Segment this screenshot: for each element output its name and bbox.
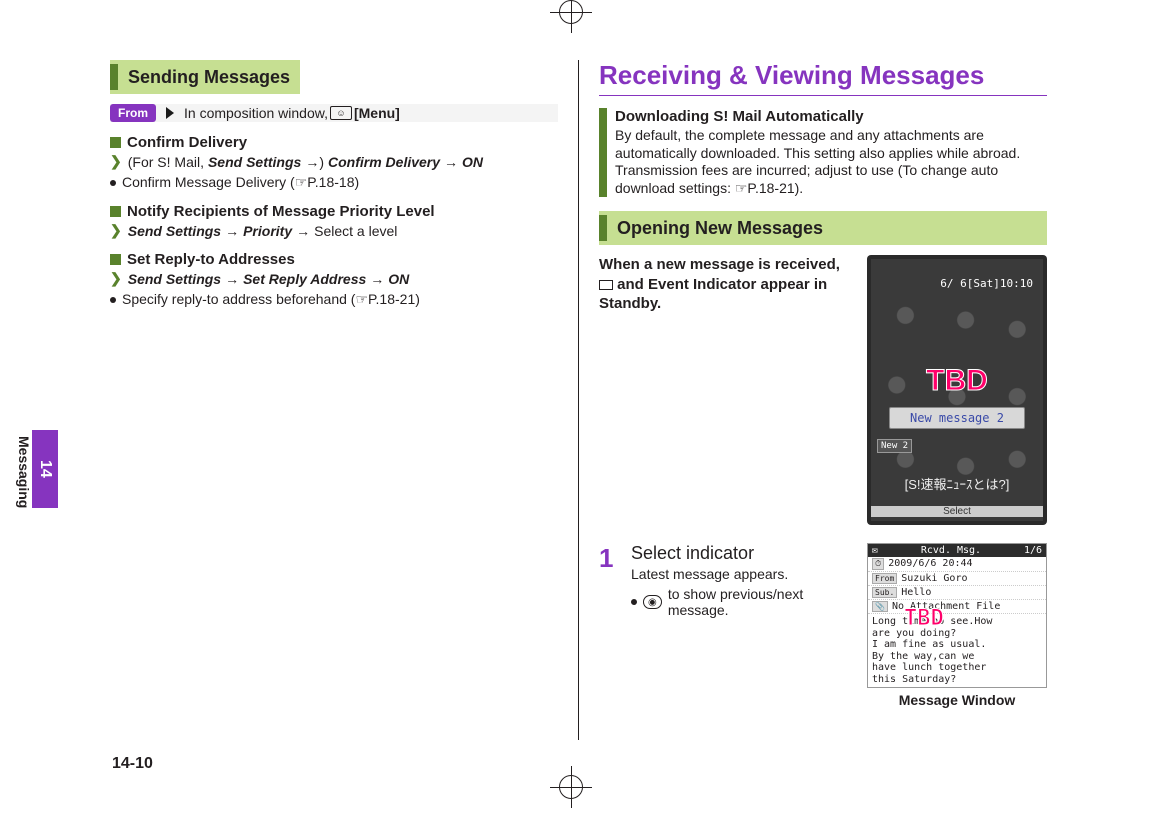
sub-badge: Sub.	[872, 587, 897, 598]
manual-page: 14 Messaging Sending Messages From In co…	[90, 60, 1067, 775]
side-tab: 14 Messaging	[16, 430, 58, 508]
s-sokuho-ticker: [S!速報ﾆｭｰｽとは?]	[871, 474, 1043, 493]
tbd-watermark: TBD	[871, 364, 1043, 398]
side-tab-number: 14	[32, 430, 58, 508]
subhead-confirm-delivery: Confirm Delivery	[110, 134, 558, 151]
mail-icon: ✉	[872, 545, 878, 556]
chevron-right-icon: ❯	[110, 270, 122, 287]
subhead-notify-priority: Notify Recipients of Message Priority Le…	[110, 203, 558, 220]
message-window-mock: ✉ Rcvd. Msg. 1/6 ⏱ 2009/6/6 20:44 From S…	[867, 543, 1047, 688]
section-bar-label: Opening New Messages	[617, 218, 823, 239]
msg-attach-row: 📎 No Attachment File	[868, 600, 1046, 614]
crop-mark-top	[559, 0, 599, 40]
when-received-row: When a new message is received, and Even…	[599, 255, 1047, 525]
msg-date-row: ⏱ 2009/6/6 20:44	[868, 557, 1046, 572]
path-confirm-delivery: ❯ (For S! Mail, Send Settings →) Confirm…	[110, 153, 558, 170]
section-sending-messages: Sending Messages	[110, 60, 300, 94]
msg-subject-row: Sub. Hello	[868, 586, 1046, 600]
step-sub: Latest message appears.	[631, 566, 855, 582]
bullet-icon	[110, 180, 116, 186]
info-body: By default, the complete message and any…	[615, 127, 1047, 197]
triangle-right-icon	[166, 107, 174, 119]
path-notify-priority: ❯ Send Settings → Priority → Select a le…	[110, 222, 558, 239]
info-bar-mark	[599, 108, 607, 197]
phone-date: 6/ 6[Sat]10:10	[940, 277, 1033, 290]
section-opening-new: Opening New Messages	[599, 211, 1047, 245]
right-column: Receiving & Viewing Messages Downloading…	[579, 60, 1067, 740]
mail-key-icon: ☺	[330, 106, 352, 120]
new-count-badge: New 2	[877, 439, 912, 453]
bullet-icon	[631, 599, 637, 605]
subhead-set-replyto: Set Reply-to Addresses	[110, 251, 558, 268]
new-message-popup: New message 2	[889, 407, 1025, 429]
from-line: From In composition window, ☺ [Menu]	[110, 104, 558, 122]
right-title: Receiving & Viewing Messages	[599, 60, 1047, 96]
step-number: 1	[599, 543, 619, 708]
clock-icon: ⏱	[872, 558, 884, 570]
chevron-right-icon: ❯	[110, 153, 122, 170]
section-bar-mark	[599, 215, 607, 241]
info-head: Downloading S! Mail Automatically	[615, 108, 1047, 125]
path-set-replyto: ❯ Send Settings → Set Reply Address → ON	[110, 270, 558, 287]
clip-icon: 📎	[872, 601, 888, 612]
chevron-right-icon: ❯	[110, 222, 122, 239]
from-badge: From	[872, 573, 897, 584]
square-bullet-icon	[110, 206, 121, 217]
tbd-watermark: TBD	[904, 606, 944, 631]
from-badge: From	[110, 104, 156, 122]
square-bullet-icon	[110, 137, 121, 148]
msg-caption: Message Window	[867, 692, 1047, 708]
msg-from-row: From Suzuki Goro	[868, 572, 1046, 586]
phone-standby-mock: 6/ 6[Sat]10:10 TBD New message 2 New 2 […	[867, 255, 1047, 525]
dpad-leftright-icon: ◉	[643, 595, 662, 609]
step-note: ◉ to show previous/next message.	[631, 586, 855, 618]
crop-mark-bottom	[559, 775, 599, 815]
msg-title-bar: ✉ Rcvd. Msg. 1/6	[868, 544, 1046, 557]
info-auto-download: Downloading S! Mail Automatically By def…	[599, 108, 1047, 197]
step-1-row: 1 Select indicator Latest message appear…	[599, 543, 1047, 708]
menu-key: ☺ [Menu]	[330, 105, 400, 121]
note-set-replyto: Specify reply-to address beforehand (☞P.…	[110, 291, 558, 308]
from-text: In composition window, ☺ [Menu]	[184, 105, 558, 121]
when-text: When a new message is received, and Even…	[599, 255, 857, 525]
section-bar-mark	[110, 64, 118, 90]
side-tab-label: Messaging	[16, 436, 32, 508]
step-head: Select indicator	[631, 543, 855, 564]
section-bar-label: Sending Messages	[128, 67, 290, 88]
square-bullet-icon	[110, 254, 121, 265]
softkey-select: Select	[871, 506, 1043, 517]
mail-icon	[599, 280, 613, 290]
left-column: Sending Messages From In composition win…	[90, 60, 578, 740]
msg-body-text: Long time no see.How are you doing? I am…	[868, 614, 1046, 687]
page-number: 14-10	[112, 755, 153, 773]
note-confirm-delivery: Confirm Message Delivery (☞P.18-18)	[110, 174, 558, 191]
bullet-icon	[110, 297, 116, 303]
